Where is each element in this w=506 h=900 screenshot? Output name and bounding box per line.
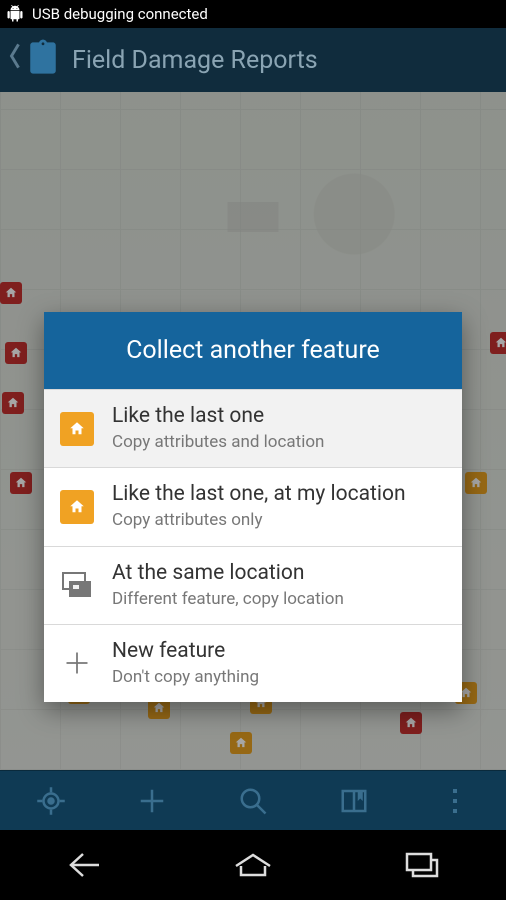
locate-button[interactable]	[31, 781, 71, 821]
option-title: Like the last one	[112, 404, 324, 429]
option-subtitle: Copy attributes and location	[112, 431, 324, 453]
system-nav-bar	[0, 830, 506, 900]
option-subtitle: Don't copy anything	[112, 666, 259, 688]
option-like-last-my-location[interactable]: Like the last one, at my location Copy a…	[44, 467, 462, 545]
bookmarks-button[interactable]	[334, 781, 374, 821]
back-chevron-icon[interactable]	[8, 42, 22, 78]
search-button[interactable]	[233, 781, 273, 821]
option-subtitle: Copy attributes only	[112, 509, 406, 531]
clipboard-icon[interactable]	[26, 38, 60, 82]
house-icon	[60, 490, 94, 524]
nav-home-button[interactable]	[223, 845, 283, 885]
option-title: Like the last one, at my location	[112, 482, 406, 507]
nav-recent-button[interactable]	[392, 845, 452, 885]
status-text: USB debugging connected	[32, 5, 208, 23]
page-title: Field Damage Reports	[72, 46, 318, 75]
dialog-title: Collect another feature	[44, 312, 462, 389]
overflow-button[interactable]	[435, 781, 475, 821]
stack-icon	[60, 568, 94, 602]
collect-feature-dialog: Collect another feature Like the last on…	[44, 312, 462, 702]
android-icon	[6, 5, 24, 23]
map-canvas[interactable]: Collect another feature Like the last on…	[0, 92, 506, 770]
plus-icon	[60, 646, 94, 680]
option-title: At the same location	[112, 561, 344, 586]
nav-back-button[interactable]	[54, 845, 114, 885]
option-new-feature[interactable]: New feature Don't copy anything	[44, 624, 462, 702]
status-bar: USB debugging connected	[0, 0, 506, 28]
option-like-last-one[interactable]: Like the last one Copy attributes and lo…	[44, 389, 462, 467]
app-header: Field Damage Reports	[0, 28, 506, 92]
option-title: New feature	[112, 639, 259, 664]
bottom-toolbar	[0, 770, 506, 830]
option-subtitle: Different feature, copy location	[112, 588, 344, 610]
add-button[interactable]	[132, 781, 172, 821]
option-same-location[interactable]: At the same location Different feature, …	[44, 546, 462, 624]
house-icon	[60, 412, 94, 446]
